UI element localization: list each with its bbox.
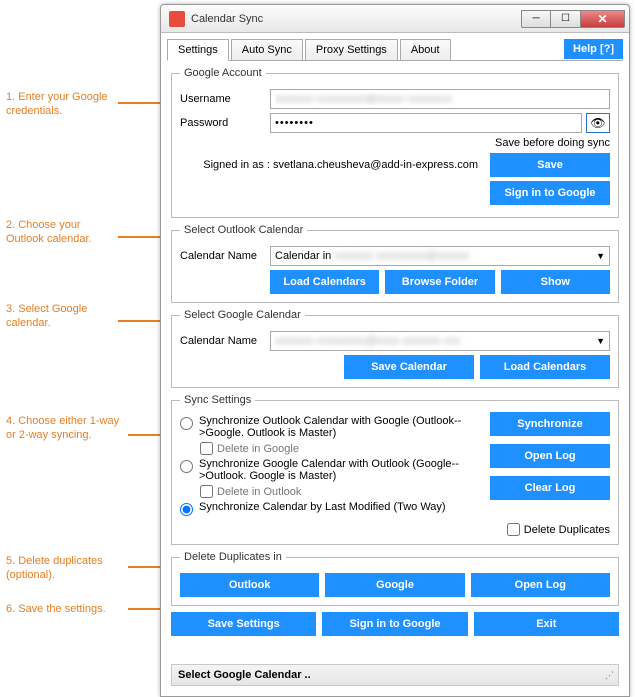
signed-in-label: Signed in as : svetlana.cheusheva@add-in…: [180, 159, 484, 171]
load-calendars-button[interactable]: Load Calendars: [270, 270, 379, 294]
google-calname-select[interactable]: xxxxxxx xxxxxxxxx@xxxx xxxxxxx xxx ▼: [270, 331, 610, 351]
synchronize-button[interactable]: Synchronize: [490, 412, 610, 436]
show-button[interactable]: Show: [501, 270, 610, 294]
google-account-legend: Google Account: [180, 67, 266, 79]
eye-icon[interactable]: 👁: [586, 113, 610, 133]
annotation-1: 1. Enter your Google credentials.: [6, 90, 116, 119]
password-input[interactable]: [270, 113, 582, 133]
status-text: Select Google Calendar ..: [178, 669, 311, 681]
outlook-calname-select[interactable]: Calendar in xxxxxxx xxxxxxxxx@xxxxxx ▼: [270, 246, 610, 266]
annotation-5: 5. Delete duplicates (optional).: [6, 554, 126, 583]
browse-folder-button[interactable]: Browse Folder: [385, 270, 494, 294]
open-log-button[interactable]: Open Log: [490, 444, 610, 468]
tab-proxy[interactable]: Proxy Settings: [305, 39, 398, 60]
titlebar[interactable]: Calendar Sync ─ ☐ ✕: [161, 5, 629, 33]
password-label: Password: [180, 117, 270, 129]
delete-duplicates-legend: Delete Duplicates in: [180, 551, 286, 563]
tab-settings[interactable]: Settings: [167, 39, 229, 61]
save-calendar-button[interactable]: Save Calendar: [344, 355, 474, 379]
sync-opt3-radio[interactable]: [180, 503, 193, 516]
minimize-button[interactable]: ─: [521, 10, 551, 28]
sync-opt2-radio[interactable]: [180, 460, 193, 473]
help-button[interactable]: Help [?]: [564, 39, 623, 59]
clear-log-button[interactable]: Clear Log: [490, 476, 610, 500]
annotation-3: 3. Select Google calendar.: [6, 302, 116, 331]
window-title: Calendar Sync: [191, 13, 521, 25]
sync-opt3-label: Synchronize Calendar by Last Modified (T…: [199, 501, 446, 513]
tab-autosync[interactable]: Auto Sync: [231, 39, 303, 60]
annotation-2: 2. Choose your Outlook calendar.: [6, 218, 116, 247]
outlook-calendar-group: Select Outlook Calendar Calendar Name Ca…: [171, 224, 619, 303]
app-icon: [169, 11, 185, 27]
maximize-button[interactable]: ☐: [551, 10, 581, 28]
exit-button[interactable]: Exit: [474, 612, 619, 636]
chevron-down-icon: ▼: [596, 251, 605, 261]
google-calendar-legend: Select Google Calendar: [180, 309, 305, 321]
delete-duplicates-label: Delete Duplicates: [524, 524, 610, 536]
username-input[interactable]: [270, 89, 610, 109]
signin-google-button[interactable]: Sign in to Google: [490, 181, 610, 205]
app-window: Calendar Sync ─ ☐ ✕ Settings Auto Sync P…: [160, 4, 630, 697]
dup-outlook-button[interactable]: Outlook: [180, 573, 319, 597]
google-calendar-group: Select Google Calendar Calendar Name xxx…: [171, 309, 619, 388]
annotation-4: 4. Choose either 1-way or 2-way syncing.: [6, 414, 126, 443]
sync-opt1-radio[interactable]: [180, 417, 193, 430]
tab-about[interactable]: About: [400, 39, 451, 60]
sync-settings-group: Sync Settings Synchronize Outlook Calend…: [171, 394, 619, 545]
status-bar: Select Google Calendar .. ⋰: [171, 664, 619, 686]
delete-in-outlook-label: Delete in Outlook: [217, 486, 301, 498]
google-calname-label: Calendar Name: [180, 335, 270, 347]
bottom-signin-button[interactable]: Sign in to Google: [322, 612, 467, 636]
delete-duplicates-checkbox[interactable]: [507, 523, 520, 536]
sync-settings-legend: Sync Settings: [180, 394, 255, 406]
save-settings-button[interactable]: Save Settings: [171, 612, 316, 636]
annotation-6: 6. Save the settings.: [6, 602, 126, 616]
chevron-down-icon: ▼: [596, 336, 605, 346]
save-button[interactable]: Save: [490, 153, 610, 177]
close-button[interactable]: ✕: [581, 10, 625, 28]
load-google-calendars-button[interactable]: Load Calendars: [480, 355, 610, 379]
delete-in-google-checkbox[interactable]: [200, 442, 213, 455]
outlook-calendar-legend: Select Outlook Calendar: [180, 224, 307, 236]
save-hint: Save before doing sync: [495, 137, 610, 149]
sync-opt1-label: Synchronize Outlook Calendar with Google…: [199, 415, 482, 439]
tabstrip: Settings Auto Sync Proxy Settings About …: [167, 37, 623, 61]
sync-opt2-label: Synchronize Google Calendar with Outlook…: [199, 458, 482, 482]
outlook-calname-label: Calendar Name: [180, 250, 270, 262]
delete-in-google-label: Delete in Google: [217, 443, 299, 455]
google-account-group: Google Account Username Password 👁 Save …: [171, 67, 619, 218]
dup-google-button[interactable]: Google: [325, 573, 464, 597]
delete-duplicates-group: Delete Duplicates in Outlook Google Open…: [171, 551, 619, 606]
username-label: Username: [180, 93, 270, 105]
resize-grip-icon[interactable]: ⋰: [605, 670, 612, 681]
delete-in-outlook-checkbox[interactable]: [200, 485, 213, 498]
dup-openlog-button[interactable]: Open Log: [471, 573, 610, 597]
